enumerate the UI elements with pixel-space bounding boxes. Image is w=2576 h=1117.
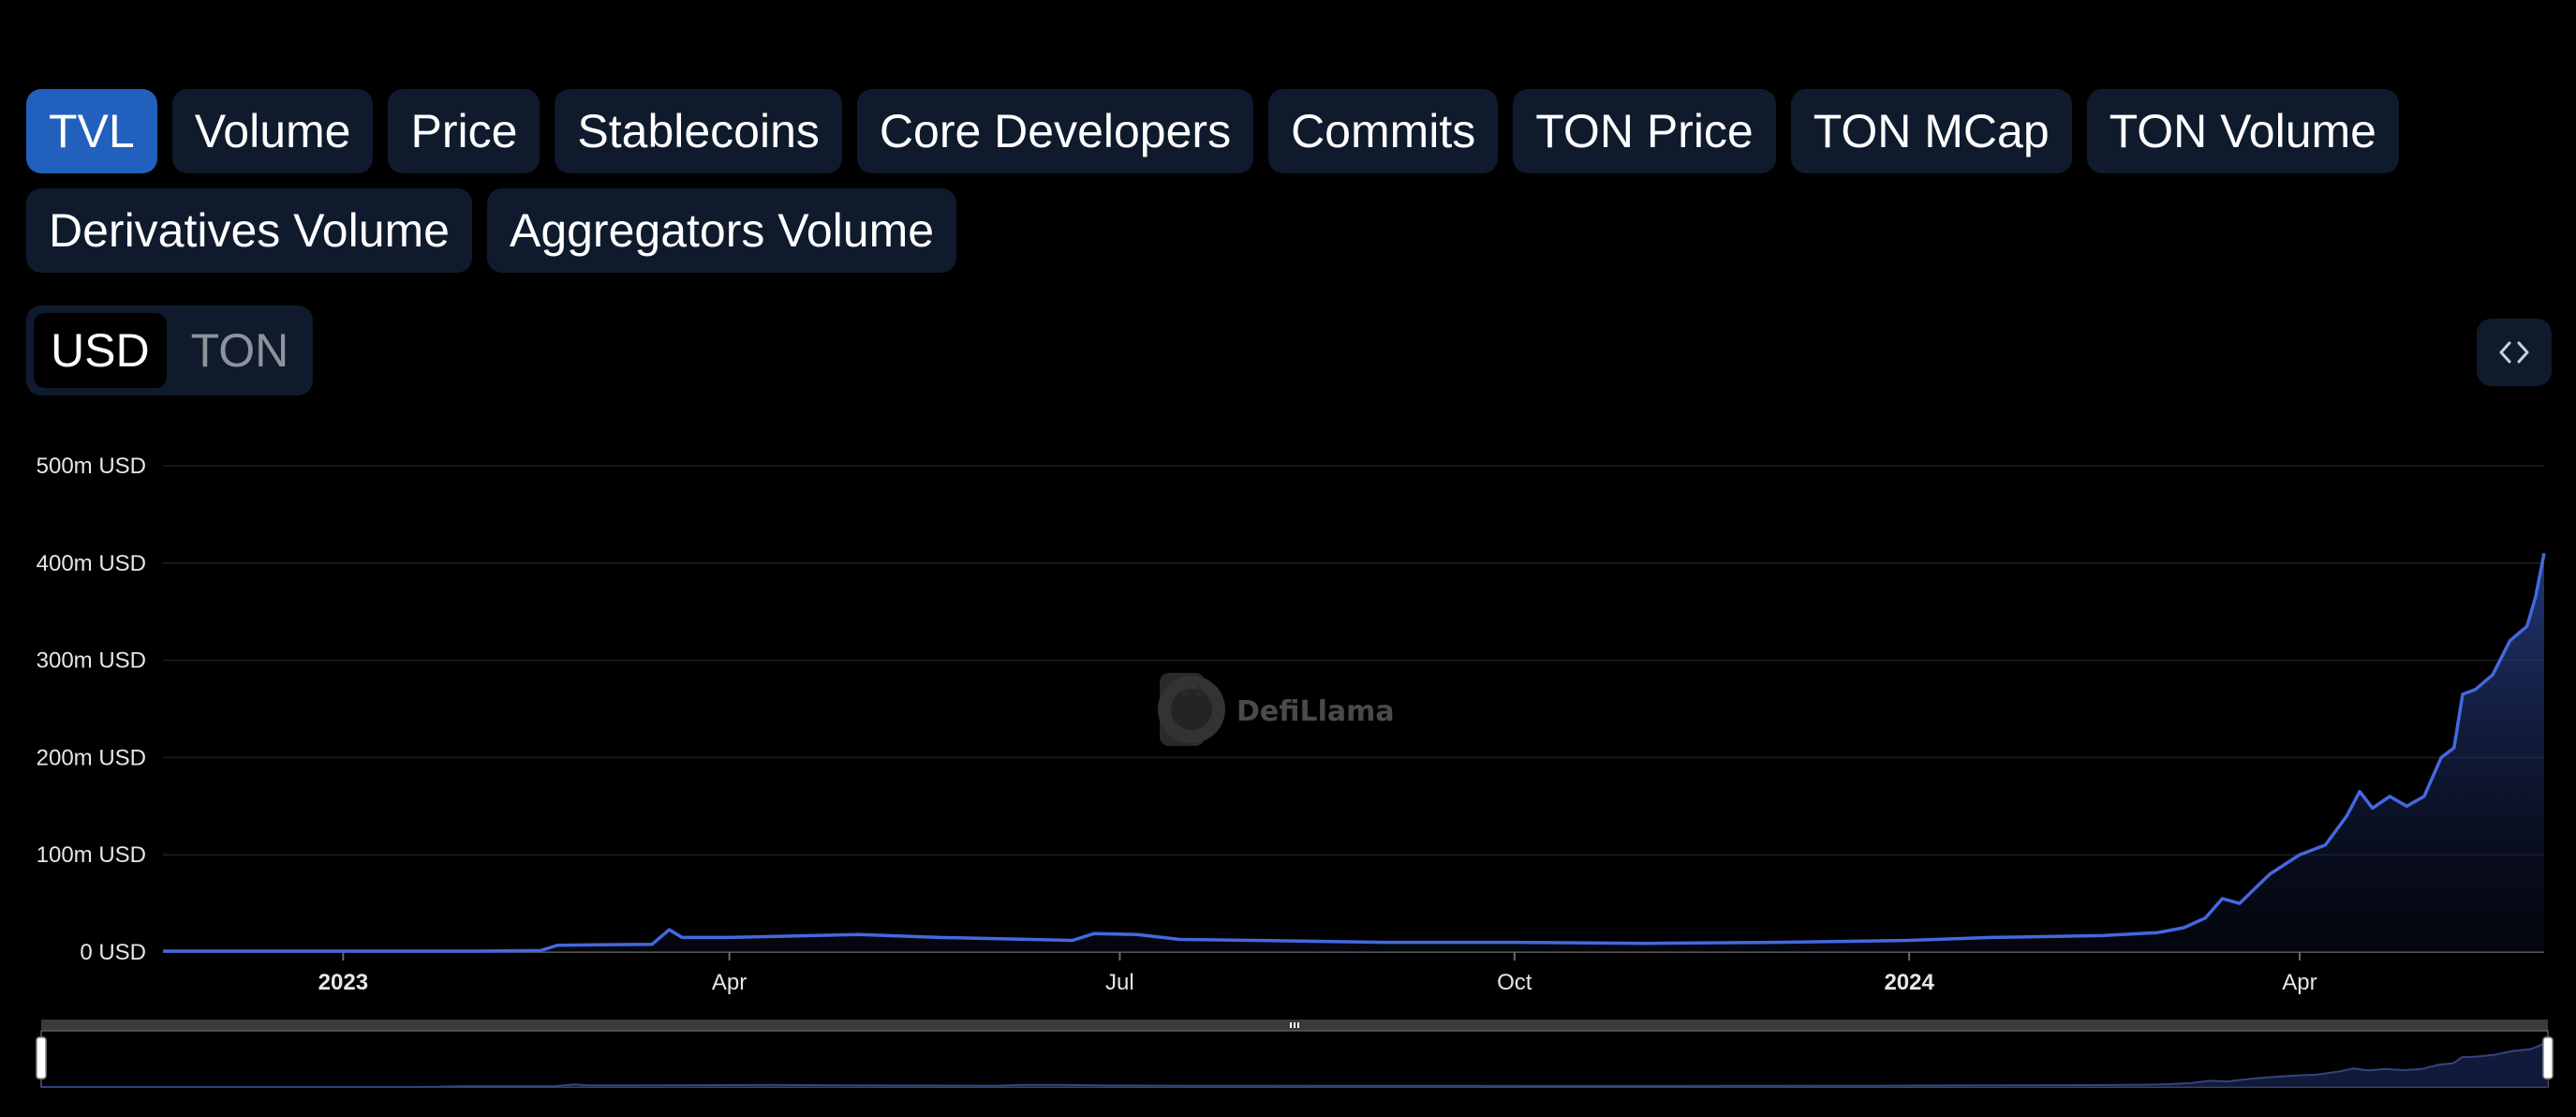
- y-tick-label: 500m USD: [37, 454, 146, 479]
- y-tick-label: 100m USD: [37, 842, 146, 868]
- zoom-window[interactable]: [40, 1030, 2549, 1088]
- x-tick-label: Apr: [2282, 970, 2317, 995]
- x-tick-label: Oct: [1497, 970, 1532, 995]
- series-line: [163, 553, 2546, 953]
- zoom-preview-area: [41, 1040, 2548, 1087]
- x-tick-label: Apr: [712, 970, 747, 995]
- zoom-handle-left[interactable]: [36, 1036, 47, 1080]
- y-tick-label: 300m USD: [37, 648, 146, 674]
- y-tick-label: 200m USD: [37, 745, 146, 770]
- zoom-handle-right[interactable]: [2542, 1036, 2554, 1080]
- watermark: DefiLlama: [1158, 673, 1395, 746]
- y-tick-label: 0 USD: [80, 940, 146, 965]
- llama-logo-icon: [1158, 673, 1225, 746]
- y-tick-label: 400m USD: [37, 551, 146, 576]
- watermark-text: DefiLlama: [1236, 695, 1395, 728]
- x-tick-label: 2024: [1884, 970, 1934, 995]
- series-points: [162, 553, 2545, 952]
- series-area: [163, 553, 2544, 952]
- zoom-preview-line: [41, 1039, 2549, 1088]
- x-tick-label: Jul: [1105, 970, 1134, 995]
- tvl-chart: 0 USD 100m USD 200m USD 300m USD 400m USD 500…: [36, 454, 2554, 1088]
- x-tick-label: 2023: [318, 970, 368, 995]
